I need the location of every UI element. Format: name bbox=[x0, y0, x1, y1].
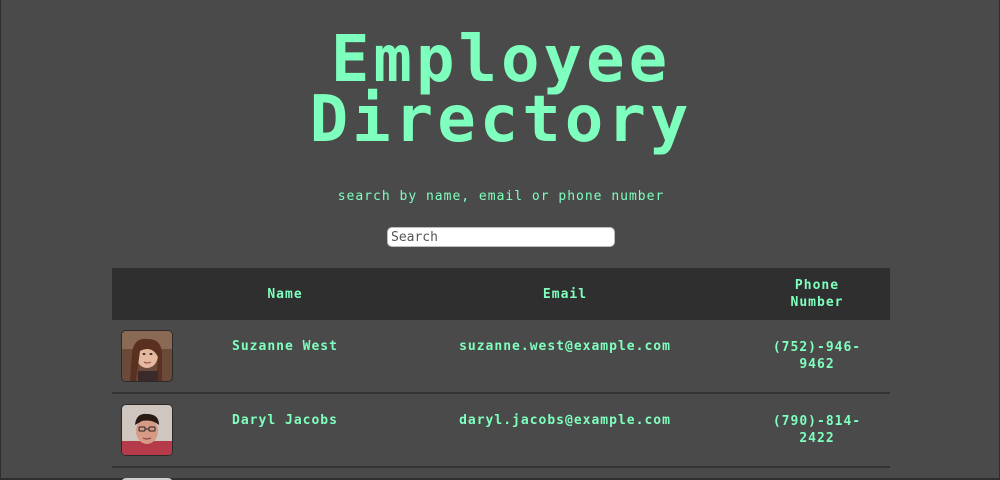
search-input[interactable] bbox=[387, 227, 615, 247]
title-line-2: Directory bbox=[309, 83, 693, 157]
employee-phone-line2: 9462 bbox=[799, 357, 835, 372]
employee-table: Name Email Phone Number Suzanne West suz… bbox=[112, 268, 890, 480]
employee-phone: (790)-814- 2422 bbox=[744, 394, 890, 447]
page-title: Employee Directory bbox=[1, 23, 1000, 157]
search-instructions: search by name, email or phone number bbox=[337, 189, 665, 204]
column-header-name[interactable]: Name bbox=[184, 287, 386, 302]
column-header-phone[interactable]: Phone Number bbox=[744, 277, 890, 311]
employee-phone-line1: (790)-814- bbox=[772, 414, 862, 429]
column-header-phone-line1: Phone bbox=[794, 278, 840, 293]
table-row: Daryl Jacobs daryl.jacobs@example.com (7… bbox=[112, 394, 890, 468]
employee-phone-line1: (752)-946- bbox=[772, 340, 862, 355]
person-photo-icon bbox=[121, 404, 173, 456]
employee-name: Suzanne West bbox=[232, 339, 338, 354]
employee-email: daryl.jacobs@example.com bbox=[459, 413, 671, 428]
person-photo-icon bbox=[121, 330, 173, 382]
column-header-phone-line2: Number bbox=[790, 295, 844, 310]
employee-phone: (752)-946- 9462 bbox=[744, 320, 890, 373]
employee-phone-line2: 2422 bbox=[799, 431, 835, 446]
avatar-cell bbox=[112, 320, 184, 382]
column-header-email[interactable]: Email bbox=[386, 287, 744, 302]
avatar-cell bbox=[112, 394, 184, 456]
table-header: Name Email Phone Number bbox=[112, 268, 890, 320]
employee-name: Daryl Jacobs bbox=[232, 413, 338, 428]
table-row: Suzanne West suzanne.west@example.com (7… bbox=[112, 320, 890, 394]
employee-email: suzanne.west@example.com bbox=[459, 339, 671, 354]
employee-directory-page: Employee Directory search by name, email… bbox=[0, 0, 1000, 480]
title-line-1: Employee bbox=[330, 23, 672, 97]
